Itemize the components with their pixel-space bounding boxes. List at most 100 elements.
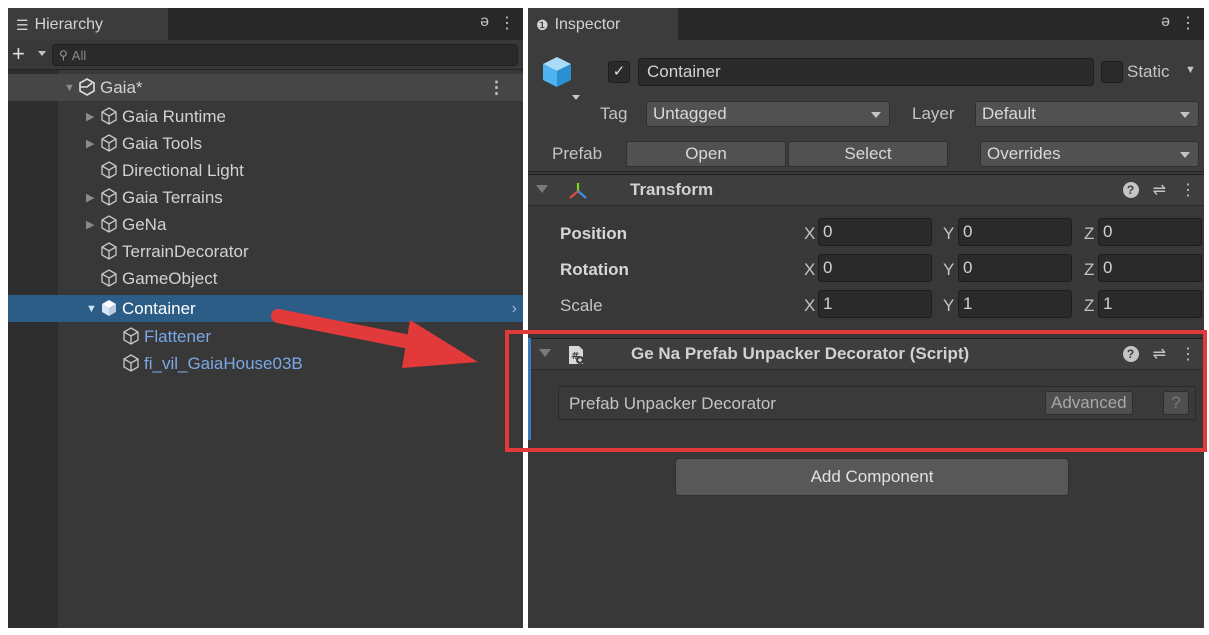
axis-z-label[interactable]: Z: [1084, 260, 1094, 280]
rotation-y-field[interactable]: 0: [958, 254, 1072, 282]
rotation-z-field[interactable]: 0: [1098, 254, 1202, 282]
hierarchy-item-label: TerrainDecorator: [122, 241, 249, 261]
gameobject-cube-icon: [100, 188, 118, 206]
expand-arrow-icon[interactable]: ▶: [86, 110, 94, 123]
hierarchy-tab-tools: ə ⋮: [480, 13, 515, 33]
hierarchy-toolbar: + ⚲ All: [8, 40, 523, 70]
prefab-open-button[interactable]: Open: [626, 141, 786, 167]
expand-arrow-icon[interactable]: ▶: [86, 218, 94, 231]
tag-value: Untagged: [653, 104, 727, 123]
axis-x-label[interactable]: X: [804, 296, 815, 316]
axis-y-label[interactable]: Y: [943, 260, 954, 280]
inspector-panel: ❶ Inspector ə ⋮ ✓ Container Static ▼ Tag…: [528, 8, 1204, 628]
hierarchy-item-gaia-terrains[interactable]: ▶ Gaia Terrains: [8, 184, 523, 211]
chevron-down-icon: [871, 112, 881, 118]
hierarchy-item-gena[interactable]: ▶ GeNa: [8, 211, 523, 238]
rotation-label[interactable]: Rotation: [560, 260, 629, 280]
position-y-field[interactable]: 0: [958, 218, 1072, 246]
scene-row[interactable]: ▼ Gaia* ⋮: [8, 74, 523, 101]
prefab-cube-icon[interactable]: [540, 55, 574, 89]
scale-z-field[interactable]: 1: [1098, 290, 1202, 318]
tab-hierarchy[interactable]: ☰ Hierarchy: [8, 8, 168, 40]
search-icon: ⚲: [59, 48, 68, 62]
hierarchy-item-label: GeNa: [122, 214, 167, 234]
rotation-x-field[interactable]: 0: [818, 254, 932, 282]
active-checkbox[interactable]: ✓: [608, 61, 630, 83]
hierarchy-item-gaia-runtime[interactable]: ▶ Gaia Runtime: [8, 103, 523, 130]
prefab-label: Prefab: [552, 144, 603, 163]
hierarchy-item-label: Gaia Terrains: [122, 187, 223, 207]
hierarchy-tab-label: Hierarchy: [34, 16, 104, 33]
transform-tools: ? ⇌ ⋮: [1122, 180, 1196, 200]
hierarchy-item-directional-light[interactable]: Directional Light: [8, 157, 523, 184]
hierarchy-item-gameobject[interactable]: GameObject: [8, 265, 523, 292]
hierarchy-list-icon: ☰: [16, 16, 29, 33]
lock-icon[interactable]: ə: [480, 13, 489, 33]
static-dropdown-icon[interactable]: ▼: [1185, 64, 1196, 76]
hierarchy-item-label: Directional Light: [122, 160, 244, 180]
inspector-tab-tools: ə ⋮: [1161, 13, 1196, 33]
create-plus-button[interactable]: +: [12, 42, 25, 66]
hierarchy-item-terraindecorator[interactable]: TerrainDecorator: [8, 238, 523, 265]
axis-x-label[interactable]: X: [804, 224, 815, 244]
add-component-button[interactable]: Add Component: [675, 458, 1069, 496]
prefab-cube-icon: [100, 299, 118, 317]
annotation-arrow-icon: [271, 309, 478, 368]
scale-label[interactable]: Scale: [560, 296, 603, 316]
transform-axes-icon: [568, 182, 588, 205]
gameobject-cube-icon: [122, 354, 140, 372]
position-z-field[interactable]: 0: [1098, 218, 1202, 246]
prefab-overrides-dropdown[interactable]: Overrides: [980, 141, 1199, 167]
expand-arrow-icon[interactable]: ▼: [86, 303, 97, 315]
axis-x-label[interactable]: X: [804, 260, 815, 280]
info-icon: ❶: [536, 16, 549, 33]
inspector-tabbar: ❶ Inspector ə ⋮: [528, 8, 1204, 40]
layer-dropdown[interactable]: Default: [975, 101, 1199, 127]
hierarchy-item-gaia-tools[interactable]: ▶ Gaia Tools: [8, 130, 523, 157]
kebab-menu-icon[interactable]: ⋮: [1180, 180, 1196, 200]
gameobject-cube-icon: [100, 215, 118, 233]
overrides-value: Overrides: [987, 144, 1061, 163]
icon-dropdown-icon[interactable]: [572, 95, 580, 100]
unity-scene-icon: [78, 78, 96, 96]
inspector-object-header: ✓ Container Static ▼ Tag Untagged Layer …: [528, 40, 1204, 172]
hierarchy-search-input[interactable]: ⚲ All: [52, 44, 518, 66]
highlight-box: [505, 330, 1207, 452]
chevron-right-icon[interactable]: ›: [512, 300, 517, 318]
axis-y-label[interactable]: Y: [943, 296, 954, 316]
lock-icon[interactable]: ə: [1161, 13, 1170, 33]
hierarchy-item-label: Gaia Tools: [122, 133, 203, 153]
transform-header[interactable]: Transform ? ⇌ ⋮: [528, 174, 1204, 206]
transform-title: Transform: [630, 180, 714, 199]
axis-z-label[interactable]: Z: [1084, 224, 1094, 244]
axis-z-label[interactable]: Z: [1084, 296, 1094, 316]
gameobject-cube-icon: [100, 161, 118, 179]
layer-label: Layer: [912, 104, 955, 123]
expand-arrow-icon[interactable]: ▼: [64, 82, 75, 94]
help-icon[interactable]: ?: [1122, 182, 1139, 198]
scale-x-field[interactable]: 1: [818, 290, 932, 318]
hierarchy-item-label: Gaia Runtime: [122, 106, 226, 126]
inspector-tab-label: Inspector: [554, 16, 621, 33]
expand-arrow-icon[interactable]: ▶: [86, 137, 94, 150]
tab-inspector[interactable]: ❶ Inspector: [528, 8, 678, 40]
presets-icon[interactable]: ⇌: [1153, 180, 1166, 200]
search-placeholder: All: [71, 47, 87, 63]
scene-kebab-icon[interactable]: ⋮: [488, 78, 505, 98]
kebab-menu-icon[interactable]: ⋮: [499, 13, 515, 33]
position-x-field[interactable]: 0: [818, 218, 932, 246]
scale-y-field[interactable]: 1: [958, 290, 1072, 318]
expand-arrow-icon[interactable]: ▶: [86, 191, 94, 204]
foldout-arrow-icon[interactable]: [536, 185, 548, 193]
gameobject-cube-icon: [100, 242, 118, 260]
create-dropdown-icon[interactable]: [38, 51, 46, 56]
tag-dropdown[interactable]: Untagged: [646, 101, 890, 127]
kebab-menu-icon[interactable]: ⋮: [1180, 13, 1196, 33]
object-name-field[interactable]: Container: [638, 58, 1094, 86]
position-label[interactable]: Position: [560, 224, 627, 244]
static-checkbox[interactable]: [1101, 61, 1123, 83]
prefab-select-button[interactable]: Select: [788, 141, 948, 167]
static-label[interactable]: Static: [1127, 62, 1170, 82]
axis-y-label[interactable]: Y: [943, 224, 954, 244]
scene-label: Gaia*: [100, 77, 143, 97]
